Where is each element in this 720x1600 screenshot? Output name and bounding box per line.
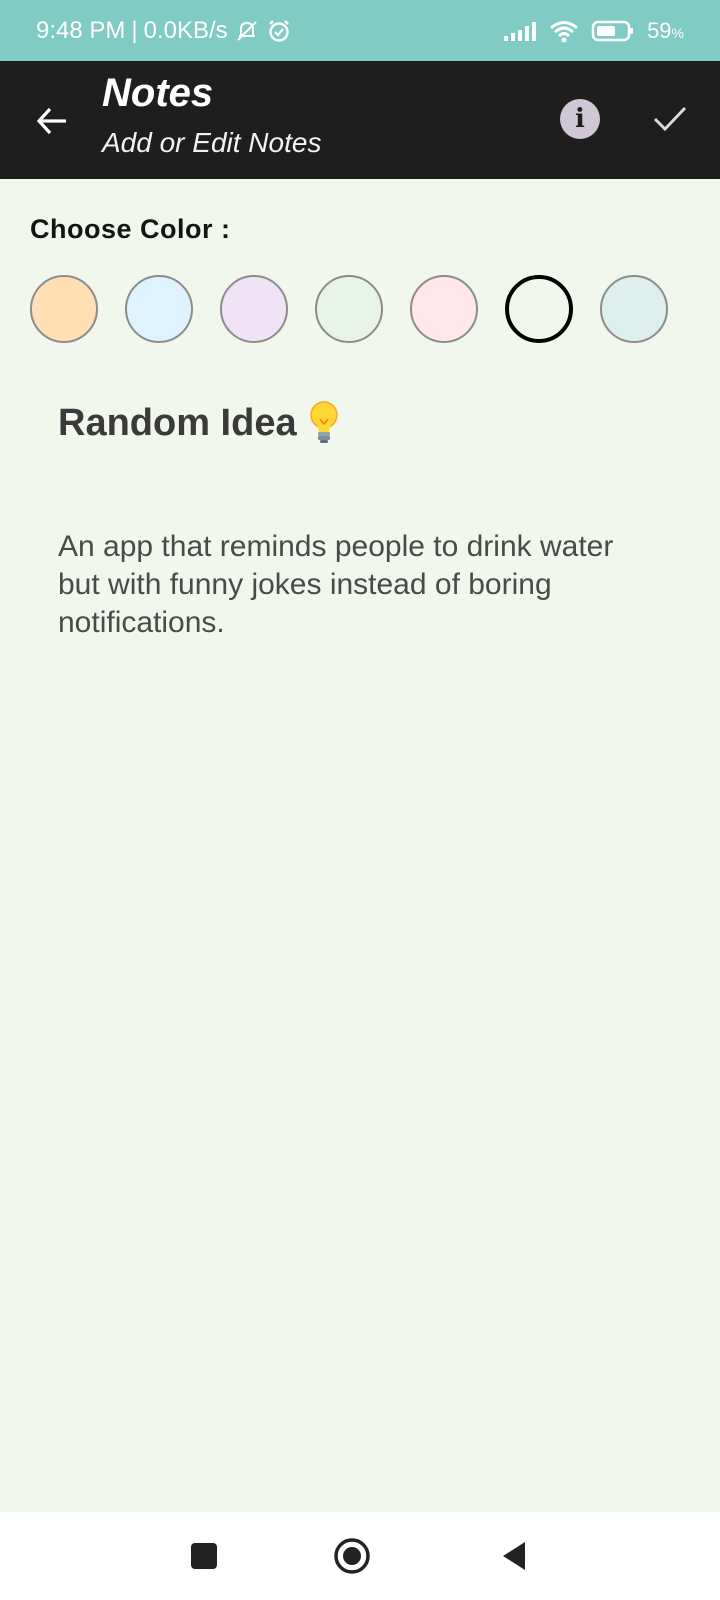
status-time: 9:48 PM xyxy=(36,16,126,44)
alarm-icon xyxy=(266,18,292,44)
status-separator: | xyxy=(131,16,138,44)
recents-button[interactable] xyxy=(182,1534,226,1578)
color-swatch-pink[interactable] xyxy=(410,275,478,343)
signal-icon xyxy=(503,20,537,42)
lightbulb-icon xyxy=(309,401,338,443)
arrow-left-icon xyxy=(36,107,66,135)
info-button[interactable]: i xyxy=(560,99,600,139)
system-nav-bar xyxy=(0,1512,720,1600)
battery-percent: 59% xyxy=(647,17,684,43)
choose-color-label: Choose Color : xyxy=(30,214,231,244)
check-icon xyxy=(653,106,687,132)
note-body-field[interactable]: An app that reminds people to drink wate… xyxy=(58,528,658,642)
page-title: Notes xyxy=(102,71,214,115)
color-swatch-light-blue[interactable] xyxy=(125,275,193,343)
battery-icon xyxy=(591,19,635,43)
status-network-speed: 0.0KB/s xyxy=(143,16,228,44)
recents-square-icon xyxy=(191,1543,217,1569)
page-subtitle: Add or Edit Notes xyxy=(102,127,322,158)
color-swatch-peach[interactable] xyxy=(30,275,98,343)
color-swatch-selected[interactable] xyxy=(505,275,573,343)
back-nav-button[interactable] xyxy=(492,1534,536,1578)
save-check-button[interactable] xyxy=(648,97,692,141)
home-circle-icon xyxy=(334,1538,370,1574)
mute-icon xyxy=(234,19,260,43)
color-swatch-lavender[interactable] xyxy=(220,275,288,343)
color-swatch-row xyxy=(30,275,690,347)
app-toolbar: Notes Add or Edit Notes i xyxy=(0,61,720,179)
color-swatch-mint[interactable] xyxy=(315,275,383,343)
wifi-icon xyxy=(549,19,579,43)
back-button[interactable] xyxy=(28,97,76,145)
back-triangle-icon xyxy=(503,1542,525,1570)
note-title-text: Random Idea xyxy=(58,401,297,444)
note-title-field[interactable]: Random Idea xyxy=(58,400,341,446)
home-button[interactable] xyxy=(330,1534,374,1578)
info-icon: i xyxy=(575,104,585,134)
status-right: 59% xyxy=(503,18,684,44)
status-left: 9:48 PM | 0.0KB/s xyxy=(36,17,292,45)
color-swatch-aqua[interactable] xyxy=(600,275,668,343)
status-bar: 9:48 PM | 0.0KB/s 59% xyxy=(0,0,720,61)
